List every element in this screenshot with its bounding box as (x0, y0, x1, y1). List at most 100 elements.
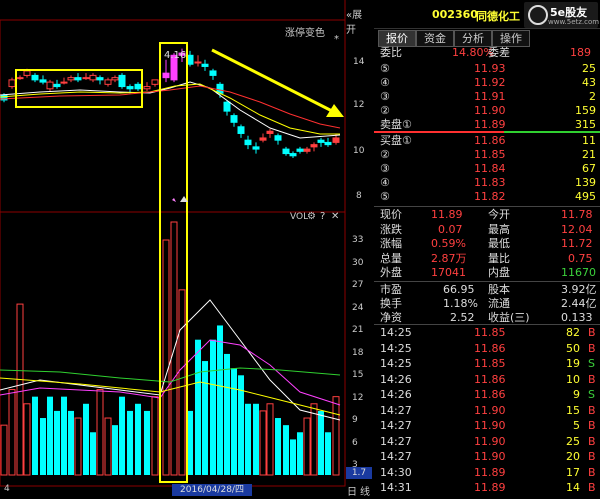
tick-row[interactable]: 14:26 11.86 10 B (374, 372, 600, 388)
candle-body (209, 70, 217, 76)
volume-bar (224, 353, 230, 475)
volume-bar (47, 396, 53, 475)
tick-time: 14:25 (380, 341, 412, 355)
stock-code: 002360 (432, 8, 478, 21)
candle-body (104, 79, 112, 85)
volume-bar (253, 403, 259, 475)
vol-tick: 30 (352, 257, 364, 268)
tick-price: 11.86 (474, 388, 506, 401)
volume-bar (275, 418, 281, 475)
logo-url: www.5etz.com (548, 18, 600, 26)
candle-body (111, 77, 119, 81)
volume-bar (178, 289, 186, 476)
event-marker-icon (172, 198, 176, 202)
tick-row[interactable]: 14:25 11.85 19 S (374, 356, 600, 372)
diff-value: 189 (570, 46, 591, 59)
buy-level-volume: 495 (575, 190, 596, 203)
expand-button[interactable]: «展开 (346, 6, 372, 36)
vol-ma10-line (0, 339, 341, 406)
candle-body (67, 77, 75, 81)
close-icon[interactable]: ✕ (331, 211, 339, 222)
volume-bar (290, 439, 296, 475)
tick-row[interactable]: 14:27 11.90 15 B (374, 403, 600, 419)
highlight-box-breakout (159, 42, 188, 483)
tick-row[interactable]: 14:30 11.89 17 B (374, 465, 600, 481)
ratio-label: 委比 (380, 46, 402, 59)
candle-body (46, 81, 54, 90)
volume-bar (127, 410, 133, 475)
candle-body (74, 77, 82, 81)
volume-bar (112, 425, 118, 475)
candle-body (317, 139, 325, 143)
volume-bar (83, 403, 89, 475)
volume-bar (283, 425, 289, 475)
volume-bar (8, 389, 16, 476)
tick-row[interactable]: 14:25 11.85 82 B (374, 325, 600, 341)
volume-bar (231, 368, 237, 475)
tick-volume: 25 (566, 434, 580, 448)
tick-direction: B (588, 326, 596, 339)
tick-direction: B (588, 403, 596, 417)
volume-bar (90, 432, 96, 475)
candle-body (162, 72, 170, 79)
tick-row[interactable]: 14:27 11.90 25 B (374, 434, 600, 450)
volume-bar (245, 403, 251, 475)
tick-time: 14:27 (380, 403, 412, 417)
settings-star-icon[interactable]: * (334, 34, 339, 45)
tick-row[interactable]: 14:27 11.90 20 B (374, 449, 600, 465)
candle-body (53, 83, 61, 88)
tick-direction: B (588, 450, 596, 463)
tick-volume: 20 (566, 450, 580, 463)
tick-direction: B (588, 434, 596, 448)
candle-body (274, 135, 282, 141)
volume-bar (318, 410, 324, 475)
gear-icon[interactable]: ⚙ (307, 211, 316, 222)
candle-body (266, 130, 274, 134)
buy-level-price: 11.82 (474, 190, 506, 203)
site-logo: 5e股友 www.5etz.com (524, 2, 600, 28)
buy-level-row[interactable]: ⑤ 11.82 495 (374, 189, 600, 205)
tick-time: 14:31 (380, 481, 412, 494)
tick-direction: B (588, 481, 596, 494)
tick-volume: 50 (566, 341, 580, 355)
vol-tick: 18 (352, 347, 364, 358)
vol-tick: 21 (352, 325, 364, 335)
candle-body (89, 74, 97, 81)
price-tick: 12 (353, 100, 365, 110)
tick-time: 14:30 (380, 465, 412, 479)
buy-level-label: ⑤ (380, 190, 390, 203)
bottom-left-label: 4 (4, 484, 10, 494)
candle-body (31, 74, 39, 81)
tick-price: 11.89 (474, 481, 506, 494)
tick-time: 14:26 (380, 388, 412, 401)
candle-body (332, 137, 340, 143)
stat-label: 内盘 (488, 266, 510, 279)
tick-price: 11.90 (474, 419, 506, 432)
tick-time: 14:25 (380, 326, 412, 339)
volume-bar (23, 403, 31, 476)
volume-bar (54, 410, 60, 475)
volume-bar (210, 339, 216, 475)
tick-row[interactable]: 14:31 11.89 14 B (374, 480, 600, 496)
candle-body (194, 61, 202, 64)
candle-body (244, 139, 252, 146)
candle-body (324, 141, 332, 146)
tick-time: 14:26 (380, 372, 412, 386)
stats-row: 外盘 17041 内盘 11670 (374, 265, 600, 281)
tick-time: 14:27 (380, 450, 412, 463)
tick-row[interactable]: 14:26 11.86 9 S (374, 387, 600, 403)
tick-row[interactable]: 14:27 11.90 5 B (374, 418, 600, 434)
peak-price-label: 4.16 (164, 50, 187, 61)
volume-bar (266, 403, 274, 476)
cursor-date-label: 2016/04/28/四 (172, 484, 252, 496)
kline-chart-panel[interactable]: «展开 涨停变色 * 4.16 14 12 10 8 VOL ⚙ ? ✕ 33 3… (0, 0, 372, 498)
candle-body (223, 101, 231, 112)
help-icon[interactable]: ? (320, 211, 325, 222)
candle-body (201, 63, 209, 67)
kline-chart-svg[interactable] (0, 0, 372, 496)
volume-bar (40, 418, 46, 475)
vol-ma20-line (0, 367, 341, 383)
tick-row[interactable]: 14:25 11.86 50 B (374, 341, 600, 357)
ma-legend-label: 涨停变色 (285, 28, 325, 39)
candle-body (296, 148, 304, 152)
